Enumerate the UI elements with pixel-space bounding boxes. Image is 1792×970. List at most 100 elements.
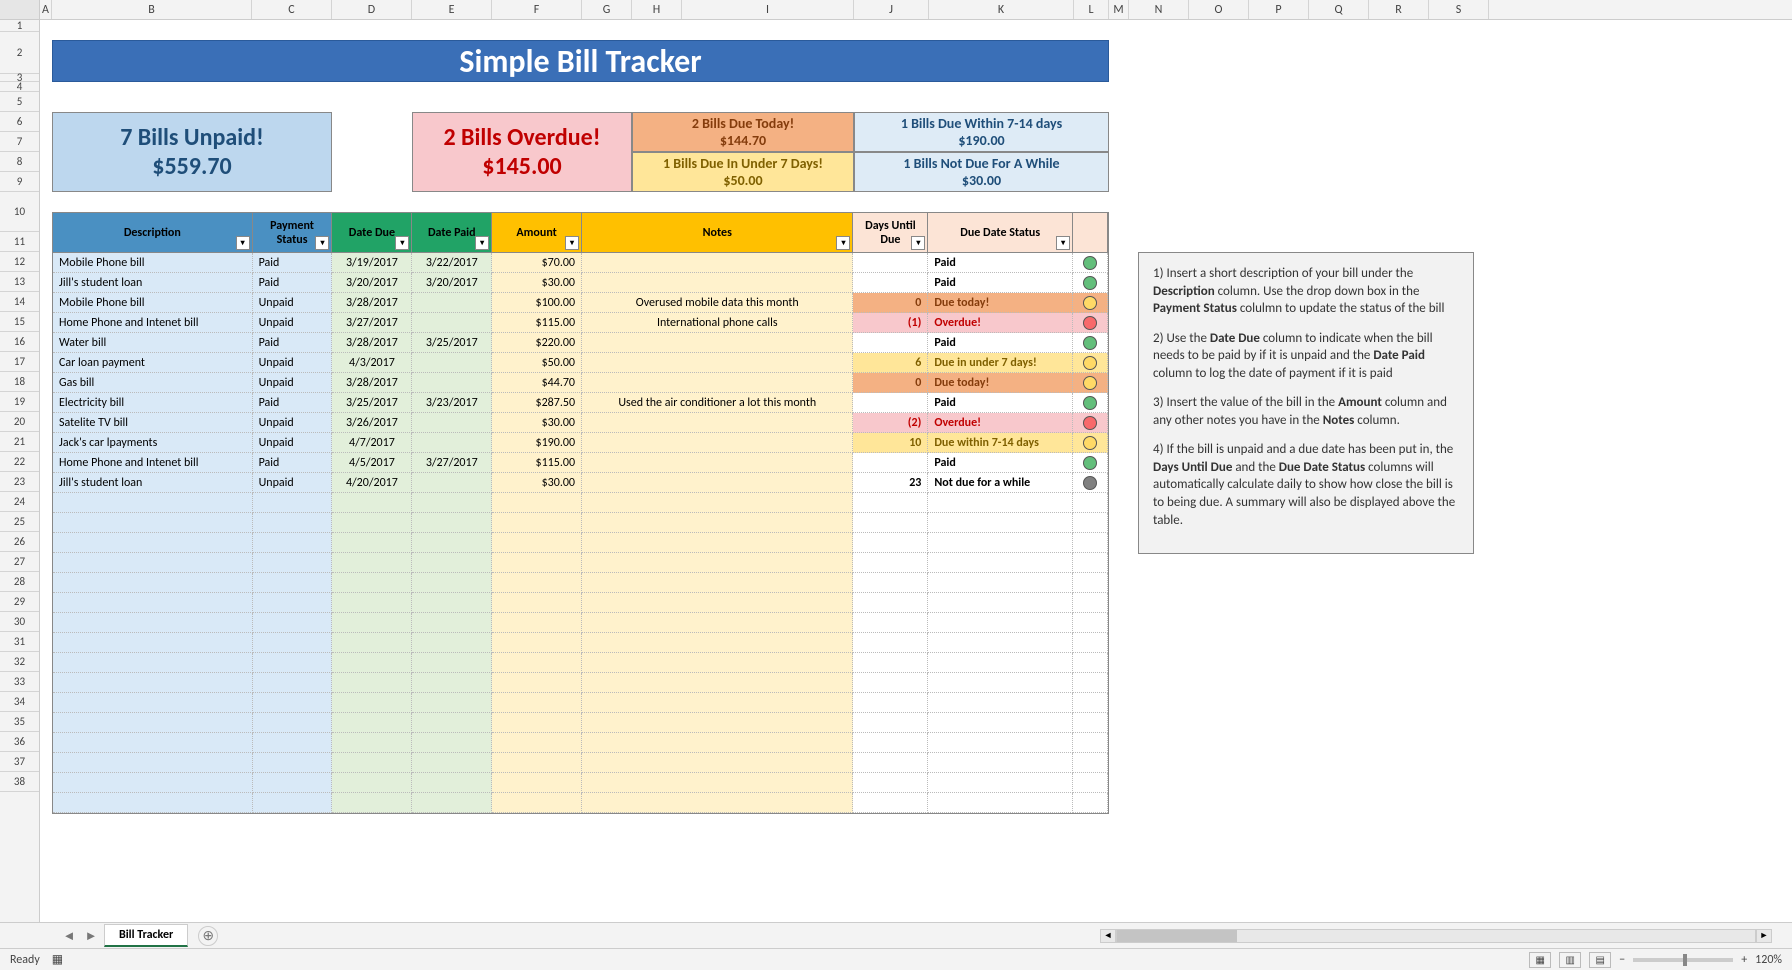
table-cell[interactable]	[492, 773, 582, 793]
zoom-value[interactable]: 120%	[1755, 953, 1782, 967]
zoom-out-button[interactable]: −	[1619, 953, 1625, 967]
row-header-9[interactable]: 9	[0, 172, 39, 192]
table-row[interactable]: Mobile Phone billUnpaid3/28/2017$100.00O…	[53, 293, 1108, 313]
table-cell[interactable]	[412, 753, 492, 773]
zoom-in-button[interactable]: +	[1741, 953, 1747, 967]
col-header-H[interactable]: H	[632, 0, 682, 19]
row-header-1[interactable]: 1	[0, 20, 39, 32]
table-cell[interactable]	[853, 773, 928, 793]
table-cell[interactable]	[853, 453, 928, 473]
table-cell[interactable]	[582, 453, 853, 473]
table-cell[interactable]	[1073, 473, 1108, 493]
table-cell[interactable]	[853, 793, 928, 813]
table-cell[interactable]	[582, 333, 853, 353]
table-cell[interactable]: $115.00	[492, 313, 582, 333]
table-cell[interactable]	[1073, 793, 1108, 813]
table-cell[interactable]: 3/25/2017	[332, 393, 412, 413]
table-header-dds[interactable]: Due Date Status▾	[928, 213, 1073, 253]
table-cell[interactable]: $115.00	[492, 453, 582, 473]
table-cell[interactable]: 23	[853, 473, 928, 493]
table-row[interactable]: Gas billUnpaid3/28/2017$44.700Due today!	[53, 373, 1108, 393]
scroll-track[interactable]	[1116, 929, 1756, 943]
table-cell[interactable]	[853, 333, 928, 353]
col-header-L[interactable]: L	[1074, 0, 1109, 19]
table-cell[interactable]: Car loan payment	[53, 353, 253, 373]
table-row-empty[interactable]	[53, 713, 1108, 733]
table-cell[interactable]	[253, 553, 333, 573]
table-cell[interactable]	[853, 493, 928, 513]
table-cell[interactable]	[53, 533, 253, 553]
table-cell[interactable]: $190.00	[492, 433, 582, 453]
table-cell[interactable]: Not due for a while	[928, 473, 1073, 493]
table-row-empty[interactable]	[53, 673, 1108, 693]
select-all-corner[interactable]	[0, 0, 40, 19]
table-cell[interactable]	[53, 493, 253, 513]
table-cell[interactable]	[332, 573, 412, 593]
table-cell[interactable]: Unpaid	[253, 293, 333, 313]
filter-button-desc[interactable]: ▾	[236, 236, 250, 250]
table-cell[interactable]	[53, 573, 253, 593]
table-cell[interactable]	[253, 733, 333, 753]
row-header-10[interactable]: 10	[0, 192, 39, 232]
table-cell[interactable]	[53, 673, 253, 693]
table-cell[interactable]: 3/28/2017	[332, 333, 412, 353]
table-cell[interactable]	[253, 533, 333, 553]
view-layout-icon[interactable]: ▥	[1559, 952, 1581, 968]
table-cell[interactable]	[582, 473, 853, 493]
table-cell[interactable]	[332, 553, 412, 573]
filter-button-dds[interactable]: ▾	[1056, 236, 1070, 250]
table-cell[interactable]: Unpaid	[253, 473, 333, 493]
table-cell[interactable]	[53, 593, 253, 613]
table-cell[interactable]	[253, 593, 333, 613]
table-cell[interactable]	[582, 553, 853, 573]
table-cell[interactable]: 6	[853, 353, 928, 373]
table-row-empty[interactable]	[53, 793, 1108, 813]
table-cell[interactable]	[582, 253, 853, 273]
table-cell[interactable]	[53, 693, 253, 713]
table-cell[interactable]	[582, 773, 853, 793]
table-cell[interactable]	[853, 693, 928, 713]
table-cell[interactable]: $50.00	[492, 353, 582, 373]
table-cell[interactable]	[928, 633, 1073, 653]
table-cell[interactable]: Due within 7-14 days	[928, 433, 1073, 453]
scroll-left-icon[interactable]: ◄	[1100, 929, 1116, 943]
filter-button-stat[interactable]: ▾	[315, 236, 329, 250]
table-cell[interactable]	[53, 553, 253, 573]
row-header-29[interactable]: 29	[0, 592, 39, 612]
table-cell[interactable]	[253, 493, 333, 513]
row-header-38[interactable]: 38	[0, 772, 39, 792]
table-cell[interactable]	[253, 633, 333, 653]
table-cell[interactable]	[853, 613, 928, 633]
table-cell[interactable]	[53, 793, 253, 813]
add-sheet-button[interactable]: ⊕	[198, 926, 218, 946]
table-cell[interactable]	[582, 493, 853, 513]
table-cell[interactable]	[492, 793, 582, 813]
table-cell[interactable]	[53, 713, 253, 733]
table-cell[interactable]	[1073, 613, 1108, 633]
col-header-P[interactable]: P	[1249, 0, 1309, 19]
col-header-D[interactable]: D	[332, 0, 412, 19]
table-cell[interactable]	[1073, 653, 1108, 673]
table-cell[interactable]: Water bill	[53, 333, 253, 353]
table-cell[interactable]	[582, 693, 853, 713]
table-cell[interactable]	[53, 613, 253, 633]
table-cell[interactable]	[412, 713, 492, 733]
tab-bill-tracker[interactable]: Bill Tracker	[104, 924, 188, 947]
row-header-32[interactable]: 32	[0, 652, 39, 672]
table-cell[interactable]: Used the air conditioner a lot this mont…	[582, 393, 853, 413]
table-cell[interactable]	[492, 613, 582, 633]
table-cell[interactable]	[1073, 533, 1108, 553]
table-cell[interactable]	[582, 673, 853, 693]
table-cell[interactable]: 4/7/2017	[332, 433, 412, 453]
table-cell[interactable]: Home Phone and Intenet bill	[53, 313, 253, 333]
table-cell[interactable]	[1073, 313, 1108, 333]
table-cell[interactable]	[853, 273, 928, 293]
row-header-12[interactable]: 12	[0, 252, 39, 272]
table-cell[interactable]	[253, 713, 333, 733]
table-cell[interactable]	[1073, 413, 1108, 433]
table-cell[interactable]	[492, 533, 582, 553]
table-cell[interactable]	[412, 633, 492, 653]
table-cell[interactable]: Paid	[928, 393, 1073, 413]
table-row-empty[interactable]	[53, 733, 1108, 753]
row-header-16[interactable]: 16	[0, 332, 39, 352]
